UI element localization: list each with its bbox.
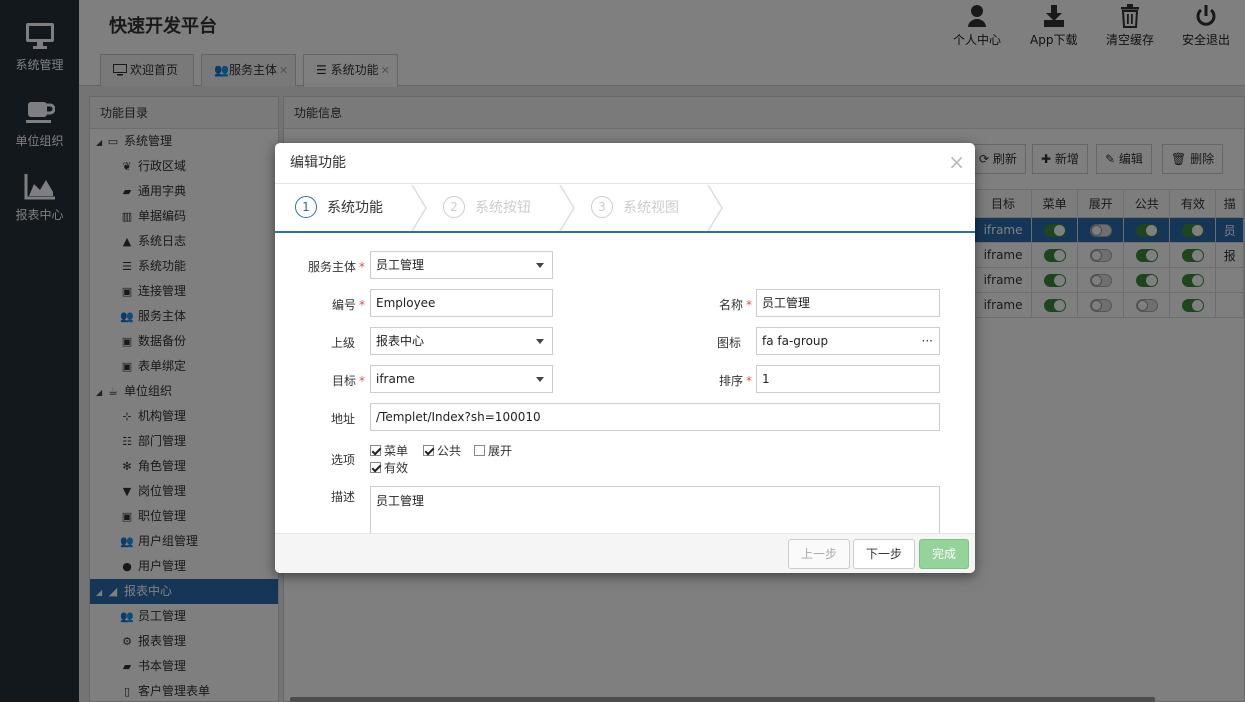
finish-button[interactable]: 完成 bbox=[919, 539, 970, 569]
step-number: 3 bbox=[591, 196, 613, 218]
close-icon[interactable]: × bbox=[948, 151, 965, 173]
order-label: 排序 * bbox=[718, 374, 752, 388]
service-label: 服务主体 * bbox=[307, 260, 365, 274]
dialog-title: 编辑功能 bbox=[275, 143, 975, 184]
select-value: 员工管理 bbox=[376, 258, 425, 272]
select-value: iframe bbox=[376, 372, 415, 386]
name-input[interactable]: 员工管理 bbox=[756, 289, 940, 317]
checkbox-label: 有效 bbox=[384, 461, 409, 475]
options-label: 选项 bbox=[330, 453, 355, 467]
step-number: 2 bbox=[443, 196, 465, 218]
desc-label: 描述 bbox=[330, 490, 355, 504]
order-input[interactable]: 1 bbox=[756, 365, 940, 393]
dialog-footer: 上一步 下一步 完成 bbox=[275, 533, 975, 573]
target-select[interactable]: iframe bbox=[370, 365, 553, 393]
label-text: 名称 bbox=[718, 298, 743, 312]
code-input[interactable]: Employee bbox=[370, 289, 553, 317]
step-system-button[interactable]: 2 系统按钮 bbox=[443, 185, 531, 231]
wizard-steps: 1 系统功能 2 系统按钮 3 系统视图 bbox=[275, 185, 975, 233]
input-value: fa fa-group bbox=[762, 334, 829, 348]
next-step-button[interactable]: 下一步 bbox=[853, 539, 916, 569]
step-label: 系统视图 bbox=[623, 200, 679, 216]
icon-label: 图标 bbox=[716, 336, 741, 350]
expand-checkbox[interactable]: 展开 bbox=[474, 442, 512, 459]
step-system-view[interactable]: 3 系统视图 bbox=[591, 185, 679, 231]
label-text: 编号 bbox=[331, 298, 356, 312]
icon-input[interactable]: fa fa-group ··· bbox=[756, 327, 940, 355]
label-text: 服务主体 bbox=[307, 260, 356, 274]
checkbox-box bbox=[423, 445, 434, 456]
checkbox-box bbox=[370, 445, 381, 456]
url-label: 地址 bbox=[330, 412, 355, 426]
target-label: 目标 * bbox=[331, 374, 365, 388]
chevron-right-icon bbox=[707, 185, 723, 231]
checkbox-box bbox=[474, 445, 485, 456]
more-icon[interactable]: ··· bbox=[922, 328, 933, 354]
checkbox-label: 展开 bbox=[488, 444, 513, 458]
checkbox-label: 菜单 bbox=[384, 444, 409, 458]
caret-down-icon bbox=[536, 377, 544, 382]
url-input[interactable]: /Templet/Index?sh=100010 bbox=[370, 403, 940, 431]
edit-function-dialog: 编辑功能 × 1 系统功能 2 系统按钮 3 系统视图 服务主体 * 员工管理 编号 * … bbox=[275, 143, 975, 573]
step-number: 1 bbox=[295, 196, 317, 218]
chevron-right-icon bbox=[559, 185, 575, 231]
service-select[interactable]: 员工管理 bbox=[370, 251, 553, 279]
step-label: 系统按钮 bbox=[475, 200, 531, 216]
select-value: 报表中心 bbox=[376, 334, 425, 348]
chevron-right-icon bbox=[411, 185, 427, 231]
label-text: 目标 bbox=[331, 374, 356, 388]
menu-checkbox[interactable]: 菜单 bbox=[370, 442, 408, 459]
caret-down-icon bbox=[536, 339, 544, 344]
checkbox-label: 公共 bbox=[437, 444, 462, 458]
parent-label: 上级 bbox=[330, 336, 355, 350]
step-label: 系统功能 bbox=[327, 200, 383, 216]
code-label: 编号 * bbox=[331, 298, 365, 312]
parent-select[interactable]: 报表中心 bbox=[370, 327, 553, 355]
name-label: 名称 * bbox=[718, 298, 752, 312]
valid-checkbox[interactable]: 有效 bbox=[370, 459, 408, 476]
prev-step-button[interactable]: 上一步 bbox=[788, 539, 851, 569]
caret-down-icon bbox=[536, 263, 544, 268]
label-text: 排序 bbox=[718, 374, 743, 388]
step-system-function[interactable]: 1 系统功能 bbox=[295, 185, 383, 231]
public-checkbox[interactable]: 公共 bbox=[423, 442, 461, 459]
checkbox-box bbox=[370, 462, 381, 473]
